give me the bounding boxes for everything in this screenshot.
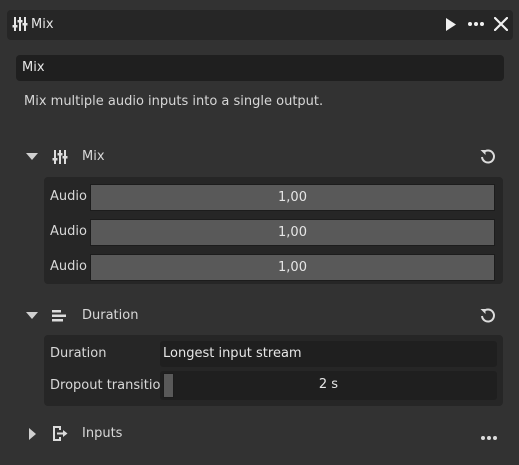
sliders-icon — [12, 16, 28, 32]
chevron-down-icon[interactable] — [26, 312, 38, 319]
dropout-transition-value: 2 s — [318, 377, 339, 392]
close-icon — [494, 17, 508, 31]
duration-panel: Duration Longest input stream Dropout tr… — [44, 335, 503, 406]
section-header-mix[interactable]: Mix — [16, 144, 506, 170]
window-title: Mix — [31, 17, 54, 32]
reset-button[interactable] — [479, 306, 497, 328]
title-bar-strip — [7, 10, 513, 40]
reset-icon — [480, 308, 495, 323]
reset-button[interactable] — [479, 147, 497, 169]
audio-slider-1[interactable]: 1,00 — [90, 184, 495, 211]
more-button[interactable] — [480, 430, 498, 445]
audio-label-2: Audio — [50, 224, 87, 239]
dropout-transition-label: Dropout transition — [50, 378, 169, 393]
audio-label-3: Audio — [50, 259, 87, 274]
section-header-duration[interactable]: Duration — [16, 303, 506, 329]
audio-slider-2[interactable]: 1,00 — [90, 219, 495, 246]
play-button[interactable] — [441, 14, 461, 34]
chevron-right-icon[interactable] — [29, 428, 36, 440]
input-icon — [52, 425, 68, 446]
node-description: Mix multiple audio inputs into a single … — [24, 94, 324, 109]
duration-label: Duration — [50, 346, 107, 361]
play-icon — [446, 17, 456, 31]
align-left-icon — [52, 309, 68, 327]
more-icon — [468, 22, 484, 26]
section-label-inputs: Inputs — [82, 426, 123, 441]
audio-label-1: Audio — [50, 189, 87, 204]
reset-icon — [480, 149, 495, 164]
more-icon — [481, 436, 497, 440]
section-header-inputs[interactable]: Inputs — [16, 421, 506, 447]
mix-panel: Audio 1,00 Audio 1,00 Audio 1,00 — [44, 177, 503, 284]
node-name-input[interactable] — [16, 55, 504, 81]
sliders-icon — [52, 149, 68, 169]
chevron-down-icon[interactable] — [26, 153, 38, 160]
dropout-transition-slider[interactable]: 2 s — [160, 371, 497, 400]
more-button[interactable] — [466, 14, 486, 34]
audio-slider-3[interactable]: 1,00 — [90, 254, 495, 281]
close-button[interactable] — [491, 14, 511, 34]
section-label-mix: Mix — [82, 149, 105, 164]
duration-select[interactable]: Longest input stream — [160, 341, 497, 367]
section-label-duration: Duration — [82, 308, 139, 323]
